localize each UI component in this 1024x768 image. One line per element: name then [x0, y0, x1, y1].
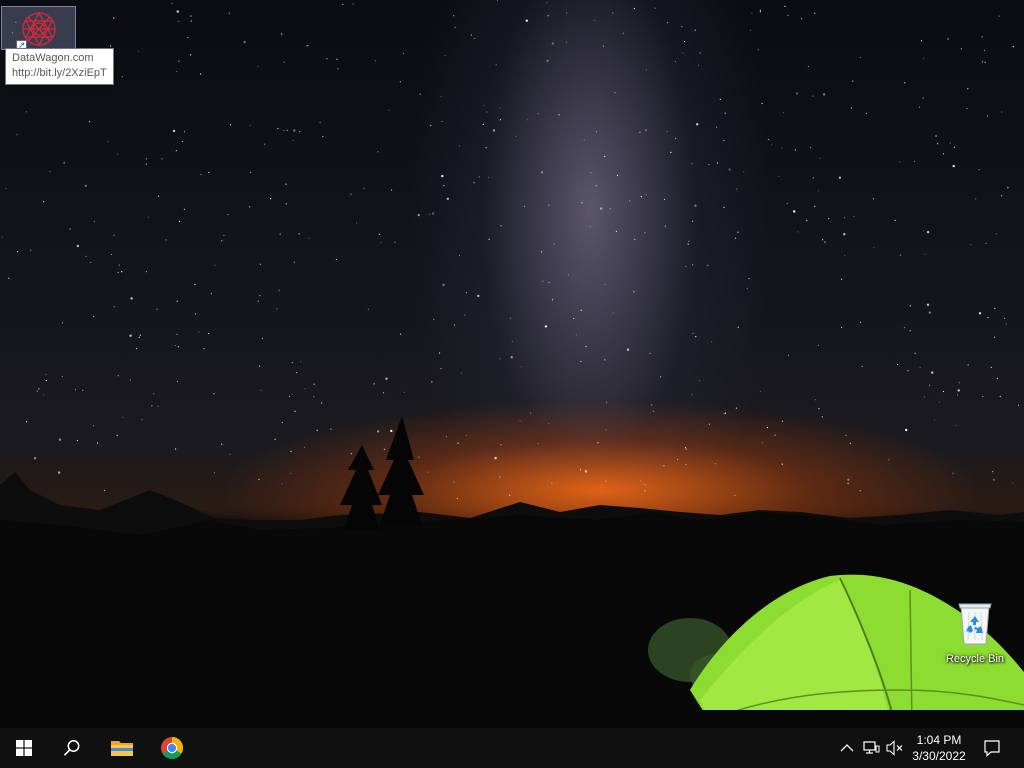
desktop[interactable]: ↗ DataWagon.com http://bit.ly/2XziEpT Re…	[0, 0, 1024, 728]
windows-logo-icon	[16, 740, 32, 756]
recycle-bin[interactable]: Recycle Bin	[940, 600, 1010, 665]
recycle-bin-icon	[958, 603, 992, 645]
folder-icon	[111, 741, 133, 756]
pine-trees	[340, 416, 424, 530]
stars	[1, 0, 1020, 500]
search-button[interactable]	[48, 728, 96, 768]
search-icon	[63, 740, 80, 756]
action-center-icon	[984, 740, 1000, 757]
recycle-bin-label: Recycle Bin	[945, 653, 1005, 665]
network-icon	[863, 741, 880, 754]
clock[interactable]: 1:04 PM 3/30/2022	[906, 732, 972, 766]
show-hidden-icons-button[interactable]	[838, 738, 856, 758]
tooltip: DataWagon.com http://bit.ly/2XziEpT	[5, 48, 114, 85]
start-button[interactable]	[0, 728, 48, 768]
tooltip-title: DataWagon.com	[12, 52, 94, 64]
chevron-up-icon	[840, 744, 854, 752]
clock-time: 1:04 PM	[916, 733, 962, 747]
tooltip-url: http://bit.ly/2XziEpT	[12, 67, 107, 79]
datawagon-shortcut[interactable]: ↗	[1, 6, 76, 51]
taskbar: 1:04 PM 3/30/2022	[0, 728, 1024, 768]
network-button[interactable]	[861, 738, 881, 758]
action-center-button[interactable]	[978, 728, 1006, 768]
wallpaper	[0, 0, 1024, 728]
file-explorer-button[interactable]	[98, 728, 146, 768]
clock-date: 3/30/2022	[912, 749, 966, 763]
volume-button[interactable]	[885, 738, 905, 758]
volume-muted-icon	[886, 740, 903, 756]
chrome-button[interactable]	[148, 728, 196, 768]
chrome-icon	[161, 737, 183, 759]
